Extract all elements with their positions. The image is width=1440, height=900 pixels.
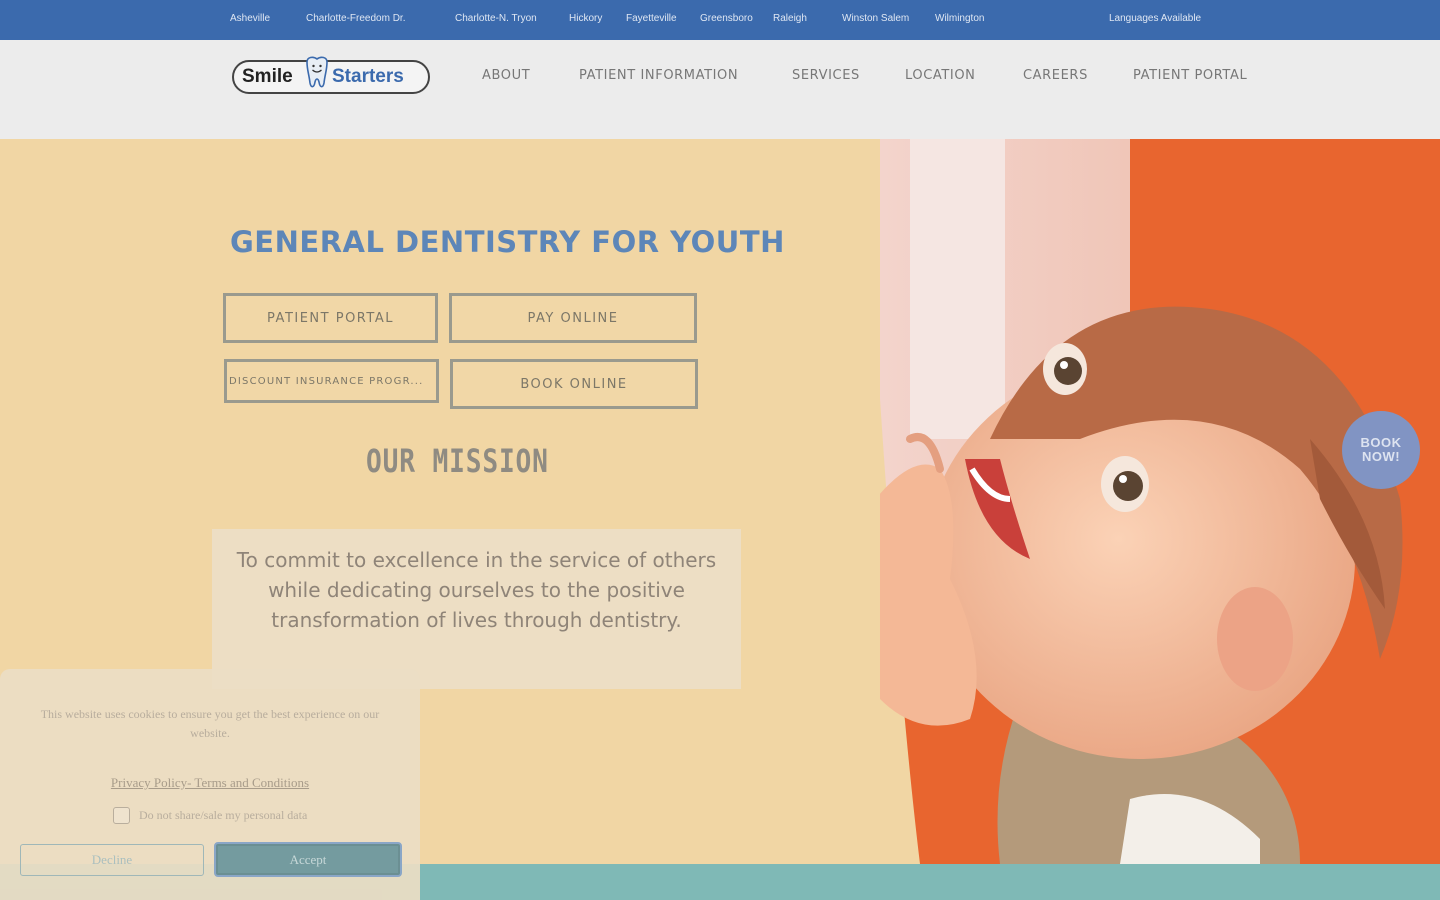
location-link-asheville[interactable]: Asheville (230, 13, 270, 24)
location-link-charlotte-tryon[interactable]: Charlotte-N. Tryon (455, 13, 537, 24)
hero-title: GENERAL DENTISTRY FOR YOUTH (230, 225, 785, 259)
location-link-greensboro[interactable]: Greensboro (700, 13, 753, 24)
location-link-raleigh[interactable]: Raleigh (773, 13, 807, 24)
do-not-share-checkbox[interactable] (113, 807, 130, 824)
languages-available-link[interactable]: Languages Available (1109, 13, 1201, 24)
pay-online-button[interactable]: PAY ONLINE (449, 293, 697, 343)
nav-patient-portal[interactable]: PATIENT PORTAL (1133, 68, 1247, 83)
location-link-winston-salem[interactable]: Winston Salem (842, 13, 909, 24)
decline-button[interactable]: Decline (20, 844, 204, 876)
location-link-wilmington[interactable]: Wilmington (935, 13, 984, 24)
accept-button[interactable]: Accept (214, 842, 402, 877)
patient-portal-button[interactable]: PATIENT PORTAL (223, 293, 438, 343)
location-link-fayetteville[interactable]: Fayetteville (626, 13, 677, 24)
location-link-charlotte-freedom[interactable]: Charlotte-Freedom Dr. (306, 13, 405, 24)
book-now-line2: NOW! (1361, 449, 1401, 464)
location-link-hickory[interactable]: Hickory (569, 13, 602, 24)
mission-heading: OUR MISSION (366, 442, 549, 480)
site-logo[interactable]: Smile Starters (232, 56, 430, 94)
book-now-line1: BOOK (1360, 435, 1402, 450)
nav-about[interactable]: ABOUT (482, 68, 530, 83)
tooth-icon (306, 56, 328, 88)
cookie-message: This website uses cookies to ensure you … (40, 707, 380, 740)
privacy-policy-link[interactable]: Privacy Policy- Terms and Conditions (0, 775, 420, 791)
logo-text-smile: Smile (242, 66, 293, 87)
mission-box: To commit to excellence in the service o… (212, 529, 741, 689)
book-online-button[interactable]: BOOK ONLINE (450, 359, 698, 409)
site-header: Smile Starters ABOUT PATIENT INFORMATION… (0, 40, 1440, 139)
nav-patient-information[interactable]: PATIENT INFORMATION (579, 68, 738, 83)
nav-location[interactable]: LOCATION (905, 68, 976, 83)
cookie-banner: This website uses cookies to ensure you … (0, 669, 420, 900)
hero-photo-baby (880, 139, 1440, 864)
logo-text-starters: Starters (332, 66, 404, 87)
mission-text: To commit to excellence in the service o… (236, 548, 717, 632)
book-now-button[interactable]: BOOK NOW! (1342, 411, 1420, 489)
discount-insurance-button[interactable]: DISCOUNT INSURANCE PROGR... (224, 359, 439, 403)
nav-services[interactable]: SERVICES (792, 68, 860, 83)
nav-careers[interactable]: CAREERS (1023, 68, 1088, 83)
do-not-share-label: Do not share/sale my personal data (139, 808, 308, 822)
location-bar: Asheville Charlotte-Freedom Dr. Charlott… (0, 0, 1440, 40)
